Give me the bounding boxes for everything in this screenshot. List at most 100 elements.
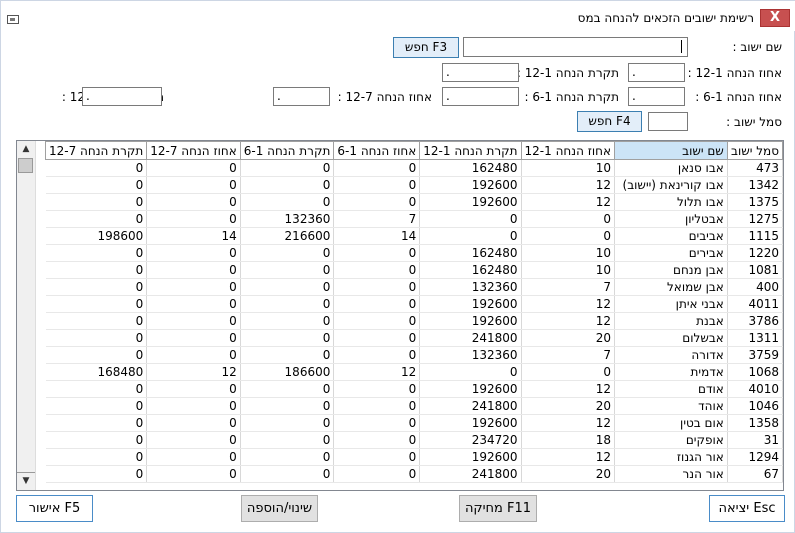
- close-button[interactable]: X: [760, 9, 790, 27]
- column-header[interactable]: תקרת הנחה 12-7: [44, 141, 148, 160]
- table-cell: 0: [240, 193, 335, 211]
- table-row[interactable]: 0 0 0 0 241800 20 אבשלום 1311: [45, 329, 783, 347]
- table-cell: אום בטין: [614, 414, 728, 432]
- column-header[interactable]: אחוז הנחה 6-1: [333, 141, 421, 160]
- table-cell: 241800: [419, 465, 522, 483]
- table-cell: 192600: [419, 193, 522, 211]
- table-cell: 4010: [727, 380, 783, 398]
- table-cell: 0: [45, 295, 148, 313]
- pct12-7-field[interactable]: .: [273, 87, 330, 106]
- table-body: 0 0 0 0 162480 10 אבו סנאן 473 0 0 0 0 192600 12 אבו ק…: [45, 159, 783, 483]
- settlements-grid[interactable]: ▲ ▼ תקרת הנחה 12-7 אחוז הנחה 12-7 תקרת הנח…: [16, 140, 784, 491]
- table-cell: 0: [45, 397, 148, 415]
- table-cell: אדמית: [614, 363, 728, 381]
- vertical-scrollbar[interactable]: ▲ ▼: [17, 141, 36, 490]
- table-cell: 0: [45, 329, 148, 347]
- table-row[interactable]: 0 0 0 0 162480 10 אבן מנחם 1081: [45, 261, 783, 279]
- table-cell: אבני איתן: [614, 295, 728, 313]
- table-cell: אבשלום: [614, 329, 728, 347]
- search-f3-button[interactable]: חפש F3: [393, 37, 459, 58]
- table-cell: 0: [45, 278, 148, 296]
- pct12-1-field[interactable]: .: [628, 63, 685, 82]
- table-row[interactable]: 0 0 0 0 192600 12 אודם 4010: [45, 380, 783, 398]
- table-cell: אוהד: [614, 397, 728, 415]
- exit-esc-button[interactable]: יציאה Esc: [709, 495, 785, 522]
- table-cell: 0: [240, 431, 335, 449]
- column-header[interactable]: תקרת הנחה 12-1: [419, 141, 522, 160]
- table-cell: אופקים: [614, 431, 728, 449]
- scroll-up-icon[interactable]: ▲: [17, 141, 35, 158]
- table-cell: 400: [727, 278, 783, 296]
- table-row[interactable]: 168480 12 186600 12 0 0 אדמית 1068: [45, 363, 783, 381]
- table-cell: 162480: [419, 159, 522, 177]
- table-cell: 0: [45, 159, 148, 177]
- table-cell: 0: [45, 176, 148, 194]
- table-cell: 0: [521, 363, 616, 381]
- table-row[interactable]: 0 0 0 0 241800 20 אור הנר 67: [45, 465, 783, 483]
- table-cell: 0: [240, 312, 335, 330]
- column-header[interactable]: אחוז הנחה 12-7: [146, 141, 241, 160]
- table-cell: 192600: [419, 312, 522, 330]
- table-row[interactable]: 0 0 0 0 192600 12 אבו תלול 1375: [45, 193, 783, 211]
- table-cell: 0: [240, 159, 335, 177]
- table-cell: 10: [521, 159, 616, 177]
- table-row[interactable]: 0 0 0 0 192600 12 אבנת 3786: [45, 312, 783, 330]
- name-search-input[interactable]: [463, 37, 688, 57]
- table-cell: 162480: [419, 244, 522, 262]
- table-cell: אבנת: [614, 312, 728, 330]
- table-row[interactable]: 0 0 0 0 132360 7 אדורה 3759: [45, 346, 783, 364]
- column-header[interactable]: אחוז הנחה 12-1: [520, 141, 616, 160]
- code-search-input[interactable]: [648, 112, 688, 131]
- column-header[interactable]: תקרת הנחה 6-1: [239, 141, 335, 160]
- table-row[interactable]: 0 0 0 0 132360 7 אבן שמואל 400: [45, 278, 783, 296]
- table-cell: אור הגנוז: [614, 448, 728, 466]
- table-cell: 0: [333, 346, 421, 364]
- table-cell: 0: [240, 397, 335, 415]
- confirm-f5-button[interactable]: אישור F5: [16, 495, 93, 522]
- edit-add-button[interactable]: שינוי/הוספה: [241, 495, 318, 522]
- table-cell: 1311: [727, 329, 783, 347]
- ceil12-1-field[interactable]: .: [442, 63, 519, 82]
- table-row[interactable]: 198600 14 216600 14 0 0 אביבים 1115: [45, 227, 783, 245]
- delete-f11-button[interactable]: מחיקה F11: [459, 495, 537, 522]
- search-f4-button[interactable]: חפש F4: [577, 111, 642, 132]
- pct6-1-label: אחוז הנחה 6-1 :: [695, 90, 782, 104]
- table-cell: 473: [727, 159, 783, 177]
- scroll-thumb[interactable]: [18, 158, 33, 173]
- table-cell: 192600: [419, 448, 522, 466]
- table-cell: אבטליון: [614, 210, 728, 228]
- table-cell: 192600: [419, 380, 522, 398]
- table-cell: 1358: [727, 414, 783, 432]
- table-row[interactable]: 0 0 0 0 162480 10 אבו סנאן 473: [45, 159, 783, 177]
- table-cell: אודם: [614, 380, 728, 398]
- column-header[interactable]: סמל ישוב: [726, 141, 783, 160]
- ceil6-1-field[interactable]: .: [442, 87, 519, 106]
- table-cell: אביבים: [614, 227, 728, 245]
- table-cell: 0: [240, 176, 335, 194]
- table-row[interactable]: 0 0 0 0 192600 12 אום בטין 1358: [45, 414, 783, 432]
- table-cell: 168480: [45, 363, 148, 381]
- column-header[interactable]: שם ישוב: [614, 141, 728, 160]
- scroll-down-icon[interactable]: ▼: [17, 472, 35, 490]
- table-row[interactable]: 0 0 0 0 241800 20 אוהד 1046: [45, 397, 783, 415]
- table-row[interactable]: 0 0 0 0 192600 12 אבני איתן 4011: [45, 295, 783, 313]
- table-cell: 7: [521, 346, 616, 364]
- table-cell: 0: [240, 329, 335, 347]
- table-cell: 1046: [727, 397, 783, 415]
- table-cell: 1294: [727, 448, 783, 466]
- table-cell: 1115: [727, 227, 783, 245]
- table-cell: 0: [146, 329, 241, 347]
- table-row[interactable]: 0 0 0 0 192600 12 אור הגנוז 1294: [45, 448, 783, 466]
- table-row[interactable]: 0 0 0 0 162480 10 אבירים 1220: [45, 244, 783, 262]
- table-row[interactable]: 0 0 132360 7 0 0 אבטליון 1275: [45, 210, 783, 228]
- table-cell: 12: [521, 448, 616, 466]
- table-cell: 0: [240, 465, 335, 483]
- table-row[interactable]: 0 0 0 0 234720 18 אופקים 31: [45, 431, 783, 449]
- table-cell: 12: [521, 414, 616, 432]
- table-row[interactable]: 0 0 0 0 192600 12 אבו קורינאת (יישוב) 1342: [45, 176, 783, 194]
- pct6-1-field[interactable]: .: [628, 87, 685, 106]
- ceil12-7-field[interactable]: .: [82, 87, 162, 106]
- table-cell: 0: [146, 397, 241, 415]
- table-cell: אדורה: [614, 346, 728, 364]
- table-cell: 0: [146, 261, 241, 279]
